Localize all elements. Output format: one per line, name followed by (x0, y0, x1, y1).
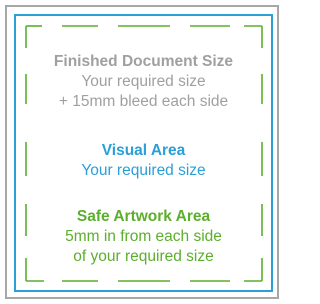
safe-area-label: Safe Artwork Area 5mm in from each side … (14, 207, 273, 267)
finished-size-label: Finished Document Size Your required siz… (14, 52, 273, 112)
safe-area-line-2: of your required size (73, 248, 214, 265)
safe-area-line-1: 5mm in from each side (65, 228, 222, 245)
finished-size-heading: Finished Document Size (53, 53, 234, 70)
visual-area-label: Visual Area Your required size (14, 141, 273, 181)
finished-size-line-2: + 15mm bleed each side (58, 93, 229, 110)
finished-size-line-1: Your required size (81, 73, 206, 90)
visual-area-heading: Visual Area (101, 142, 186, 159)
visual-area-line-1: Your required size (81, 162, 206, 179)
safe-area-heading: Safe Artwork Area (76, 208, 211, 225)
